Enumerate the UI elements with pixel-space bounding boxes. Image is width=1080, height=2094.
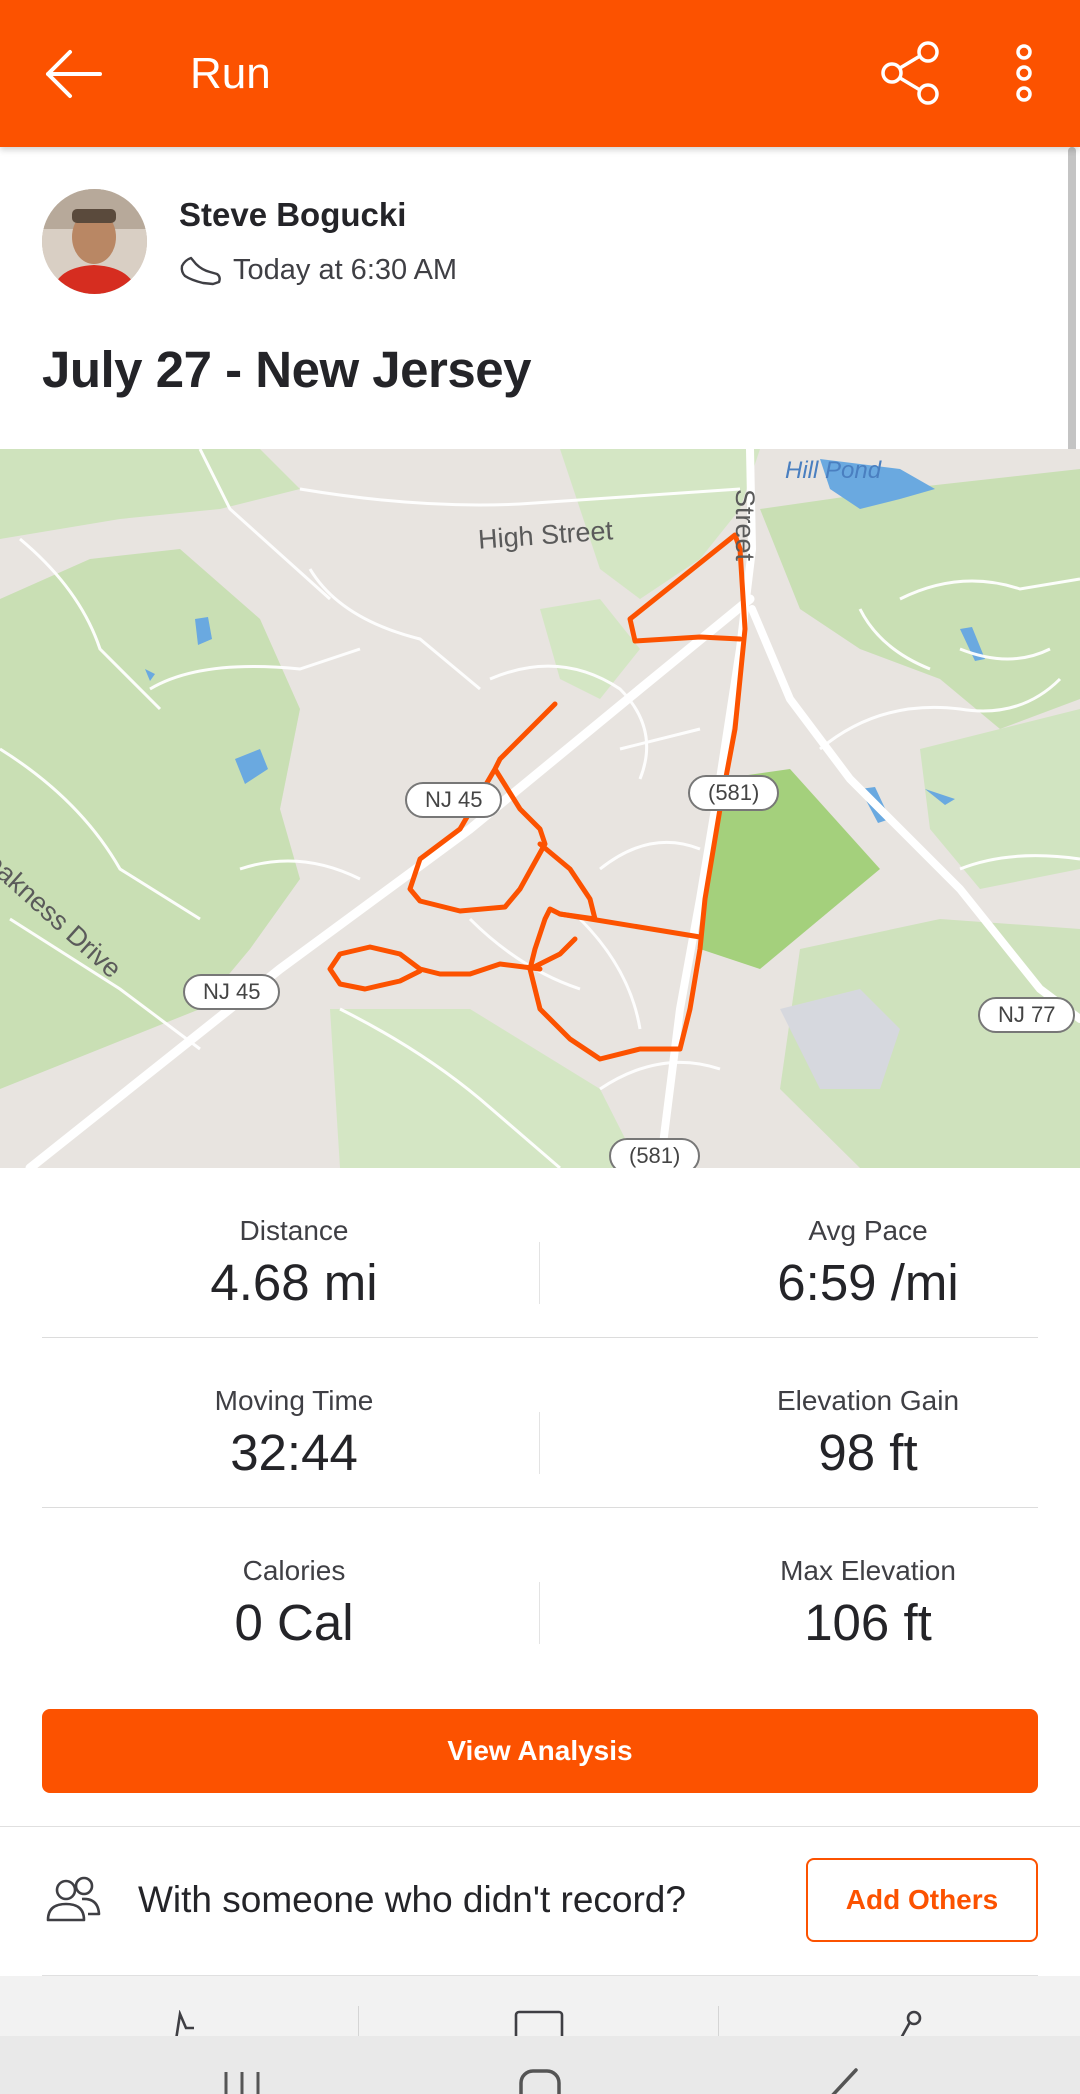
- screen-title: Run: [190, 49, 271, 98]
- stat-max-elevation: Max Elevation 106 ft: [658, 1554, 1078, 1654]
- road-shield-nj45: NJ 45: [405, 782, 503, 818]
- view-analysis-button[interactable]: View Analysis: [42, 1709, 1038, 1793]
- stat-avg-pace: Avg Pace 6:59 /mi: [658, 1214, 1078, 1314]
- stat-label: Max Elevation: [780, 1555, 956, 1586]
- road-shield-581: (581): [609, 1138, 701, 1168]
- with-others-prompt: With someone who didn't record?: [138, 1879, 686, 1920]
- comment-icon[interactable]: [514, 2010, 564, 2036]
- system-nav-bar: [0, 2036, 1080, 2094]
- top-app-bar: Run: [0, 0, 1080, 147]
- share-icon[interactable]: [890, 2010, 930, 2036]
- stat-value: 6:59 /mi: [777, 1254, 959, 1311]
- share-icon[interactable]: [878, 40, 944, 106]
- stat-divider: [539, 1412, 540, 1474]
- activity-meta: Today at 6:30 AM: [179, 248, 457, 292]
- stat-value: 98 ft: [818, 1424, 918, 1481]
- road-shield-581: (581): [688, 775, 780, 811]
- stat-row: Moving Time 32:44 Elevation Gain 98 ft: [42, 1338, 1038, 1508]
- athlete-name[interactable]: Steve Bogucki: [179, 196, 406, 234]
- add-others-button[interactable]: Add Others: [806, 1858, 1038, 1942]
- stat-distance: Distance 4.68 mi: [84, 1214, 504, 1314]
- recents-icon[interactable]: [220, 2068, 264, 2094]
- stat-value: 4.68 mi: [210, 1254, 378, 1311]
- shoe-icon: [180, 256, 221, 286]
- divider: [0, 1826, 1080, 1827]
- road-shield-nj77: NJ 77: [978, 997, 1076, 1033]
- activity-stats: Distance 4.68 mi Avg Pace 6:59 /mi Movin…: [42, 1168, 1038, 1678]
- route-map[interactable]: High Street Street Hill Pond Breakness D…: [0, 449, 1080, 1168]
- kudos-icon[interactable]: [170, 2010, 210, 2036]
- stat-calories: Calories 0 Cal: [84, 1554, 504, 1654]
- activity-timestamp: Today at 6:30 AM: [233, 253, 458, 286]
- action-divider: [358, 2006, 359, 2036]
- stat-moving-time: Moving Time 32:44: [84, 1384, 504, 1484]
- stat-value: 106 ft: [804, 1594, 932, 1651]
- arrow-left-icon[interactable]: [40, 44, 106, 104]
- stat-value: 0 Cal: [234, 1594, 354, 1651]
- stat-label: Moving Time: [214, 1385, 374, 1416]
- activity-title: July 27 - New Jersey: [42, 341, 531, 398]
- stat-label: Distance: [239, 1215, 349, 1246]
- map-graphic: [0, 449, 1080, 1168]
- road-shield-nj45: NJ 45: [183, 974, 281, 1010]
- stat-value: 32:44: [230, 1424, 358, 1481]
- people-icon: [46, 1876, 101, 1922]
- stat-row: Distance 4.68 mi Avg Pace 6:59 /mi: [42, 1168, 1038, 1338]
- avatar[interactable]: [42, 189, 147, 294]
- stat-elevation-gain: Elevation Gain 98 ft: [658, 1384, 1078, 1484]
- map-label-street: Street: [730, 489, 760, 562]
- stat-row: Calories 0 Cal Max Elevation 106 ft: [42, 1508, 1038, 1678]
- stat-label: Elevation Gain: [776, 1385, 960, 1416]
- more-vertical-icon[interactable]: [1006, 40, 1042, 106]
- stat-divider: [539, 1582, 540, 1644]
- home-icon[interactable]: [518, 2068, 562, 2094]
- stat-label: Calories: [242, 1555, 346, 1586]
- action-bar: [0, 1976, 1080, 2036]
- map-label-hill-pond: Hill Pond: [785, 457, 882, 484]
- action-divider: [718, 2006, 719, 2036]
- back-icon[interactable]: [820, 2068, 864, 2094]
- stat-label: Avg Pace: [808, 1215, 928, 1246]
- stat-divider: [539, 1242, 540, 1304]
